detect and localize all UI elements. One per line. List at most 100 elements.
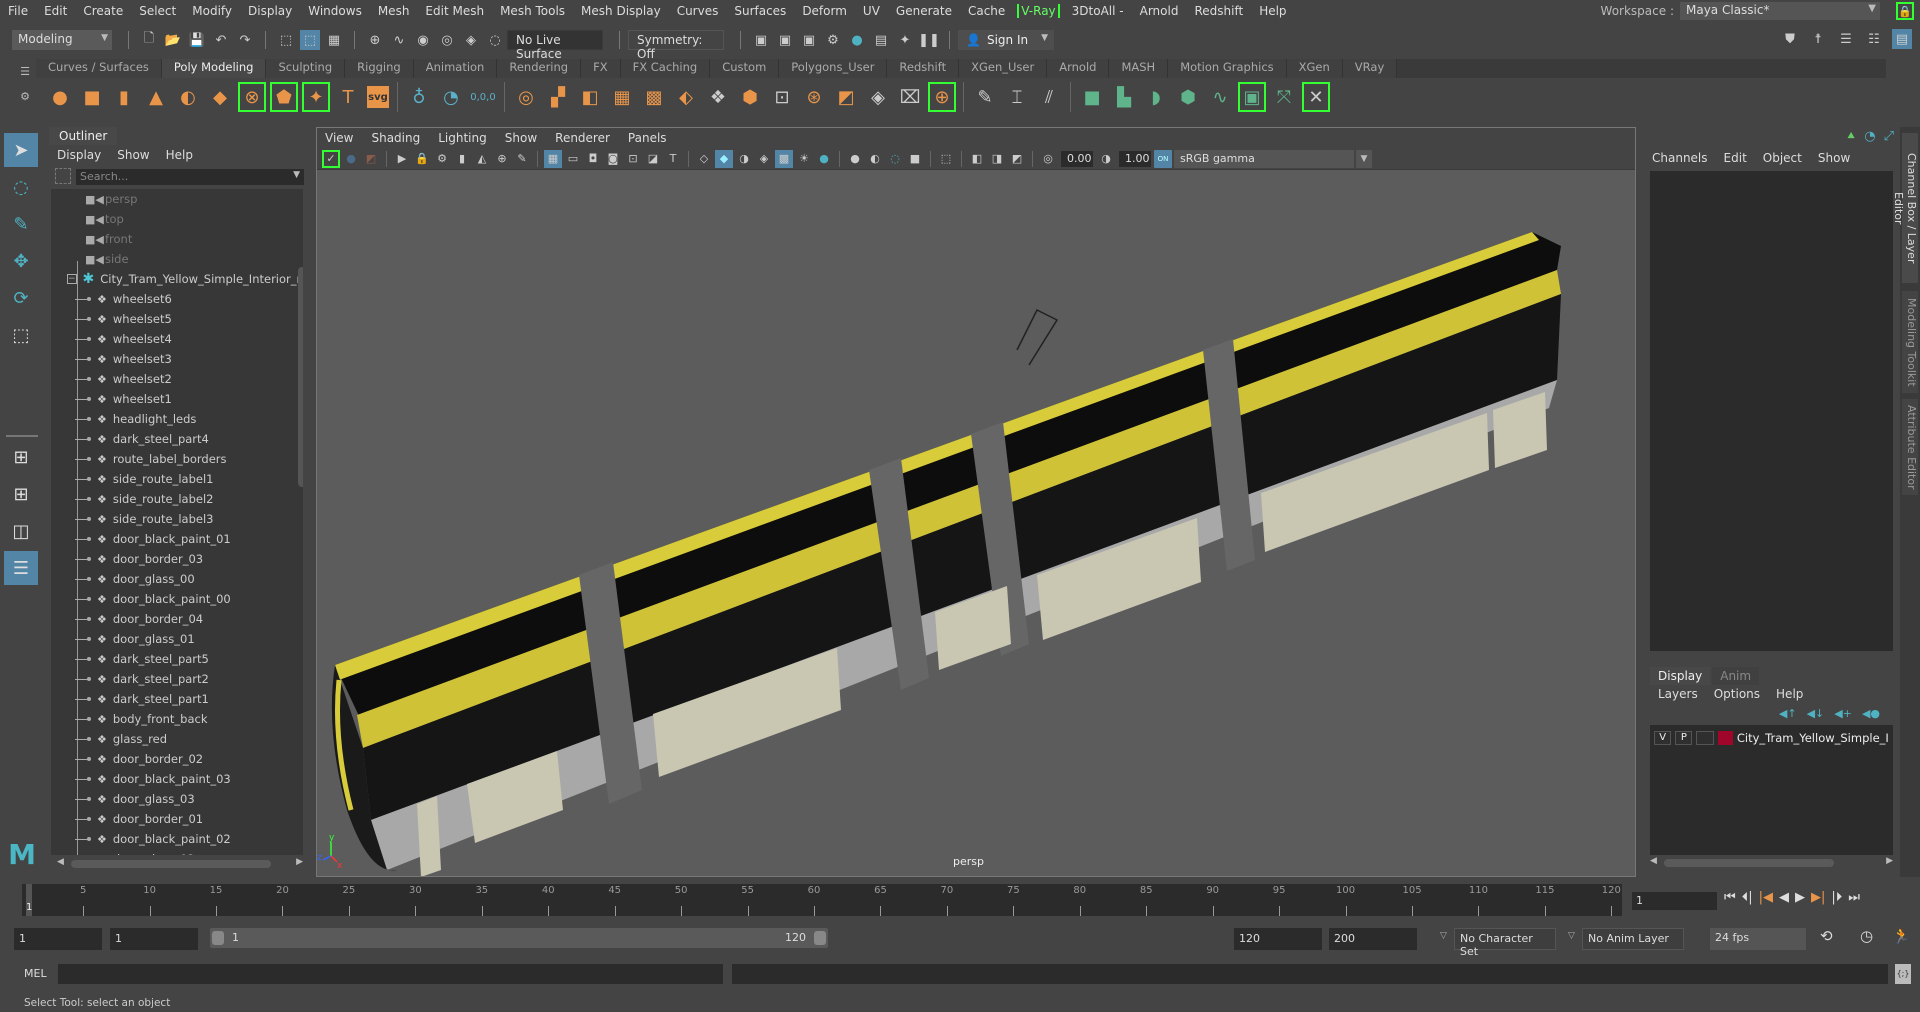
poly-sphere-icon[interactable]: ● [47, 83, 73, 111]
grease-pencil-icon[interactable]: ✎ [513, 150, 531, 168]
menu-edit[interactable]: Edit [36, 4, 75, 18]
motion-blur-icon[interactable]: ◐ [866, 150, 884, 168]
outliner-item[interactable]: ❖ door_glass_03 [51, 789, 303, 809]
shelf-tab-fx-caching[interactable]: FX Caching [620, 59, 711, 78]
viewport-menu-lighting[interactable]: Lighting [438, 131, 487, 145]
go-to-end-icon[interactable]: ⏭ [1848, 890, 1860, 905]
2d-pan-zoom-icon[interactable]: ⊕ [493, 150, 511, 168]
default-material-icon[interactable]: ◑ [735, 150, 753, 168]
playback-end-field[interactable]: 120 [1234, 928, 1322, 950]
menu-mesh[interactable]: Mesh [370, 4, 418, 18]
rotate-tool-icon[interactable]: ⟳ [4, 281, 38, 315]
outliner-item[interactable]: ❖ body_front_back [51, 709, 303, 729]
outliner-tab[interactable]: Outliner [49, 127, 118, 145]
depth-of-field-icon[interactable]: ■ [906, 150, 924, 168]
current-frame-marker[interactable]: 1 [26, 884, 32, 916]
save-scene-icon[interactable]: 💾 [187, 30, 207, 50]
shelf-tab-polygons-user[interactable]: Polygons_User [779, 59, 888, 78]
options-menu[interactable]: Options [1714, 687, 1760, 701]
vray-icon[interactable]: ✓ [322, 149, 340, 168]
outliner-item[interactable]: ❖ wheelset2 [51, 369, 303, 389]
vray-render-icon[interactable]: ✦ [895, 30, 915, 50]
menu-uv[interactable]: UV [855, 4, 888, 18]
move-layer-up-icon[interactable]: ◀↑ [1779, 707, 1797, 720]
current-frame-field[interactable]: 1 [1632, 892, 1717, 910]
menu-mesh-display[interactable]: Mesh Display [573, 4, 669, 18]
menu-select[interactable]: Select [131, 4, 184, 18]
automatic-map-icon[interactable]: ⬢ [1175, 83, 1201, 111]
menu-arnold[interactable]: Arnold [1132, 4, 1187, 18]
manipulator-icon[interactable]: ⯅ [1846, 129, 1856, 144]
gamma-icon[interactable]: ◑ [1097, 150, 1115, 168]
layer-name[interactable]: City_Tram_Yellow_Simple_Interior [1737, 731, 1889, 745]
hypershade-icon[interactable]: ● [847, 30, 867, 50]
outliner-item[interactable]: ❖ door_border_01 [51, 809, 303, 829]
bookmark-icon[interactable]: ▮ [453, 150, 471, 168]
layer-visibility-toggle[interactable]: V [1654, 731, 1672, 745]
insert-edge-loop-icon[interactable]: ⌶ [1004, 83, 1030, 111]
go-to-start-icon[interactable]: ⏮ [1724, 890, 1736, 905]
paint-select-tool-icon[interactable]: ✎ [4, 207, 38, 241]
redo-icon[interactable]: ↷ [235, 30, 255, 50]
unfold-icon[interactable]: ∿ [1207, 83, 1233, 111]
play-backwards-icon[interactable]: ◀ [1779, 890, 1789, 905]
exposure-field[interactable]: 0.00 [1061, 150, 1093, 167]
outliner-item[interactable]: ❖ headlight_leds [51, 409, 303, 429]
shelf-tab-animation[interactable]: Animation [413, 59, 498, 78]
menu-surfaces[interactable]: Surfaces [726, 4, 794, 18]
range-start-handle[interactable] [212, 931, 224, 945]
object-menu[interactable]: Object [1763, 151, 1802, 165]
isolate-select-icon[interactable]: ⬚ [937, 150, 955, 168]
snap-view-plane-icon[interactable]: ◈ [461, 30, 481, 50]
scroll-thumb[interactable] [1664, 859, 1834, 867]
anim-layer-arrow-icon[interactable]: ▽ [1568, 931, 1575, 941]
camera-icon[interactable]: ▶ [393, 150, 411, 168]
outliner-root-group[interactable]: − ✱ City_Tram_Yellow_Simple_Interior_ncl1 [51, 269, 303, 289]
outliner-camera-side[interactable]: ■◀ side [51, 249, 303, 269]
snap-grid-icon[interactable]: ⊕ [365, 30, 385, 50]
pause-render-icon[interactable]: ❚❚ [918, 30, 940, 50]
wireframe-on-shaded-icon[interactable]: ◈ [755, 150, 773, 168]
use-all-lights-icon[interactable]: ☀ [795, 150, 813, 168]
live-surface-field[interactable]: No Live Surface [507, 30, 603, 61]
shelf-tab-custom[interactable]: Custom [710, 59, 780, 78]
help-menu[interactable]: Help [1776, 687, 1803, 701]
menu-help[interactable]: Help [1251, 4, 1294, 18]
shelf-tab-poly-modeling[interactable]: Poly Modeling [161, 59, 267, 78]
poly-cylinder-icon[interactable]: ▮ [111, 83, 137, 111]
channel-box-area[interactable] [1650, 171, 1893, 651]
shelf-tab-arnold[interactable]: Arnold [1047, 59, 1110, 78]
poly-cube-icon[interactable]: ■ [79, 83, 105, 111]
outliner-item[interactable]: ❖ door_glass_01 [51, 629, 303, 649]
bevel-icon[interactable]: ⊛ [801, 83, 827, 111]
safe-action-icon[interactable]: ◪ [644, 150, 662, 168]
ipr-render-icon[interactable]: ▣ [799, 30, 819, 50]
channel-box-icon[interactable]: ▤ [1892, 29, 1912, 49]
anim-prefs-icon[interactable]: 🏃 [1892, 927, 1911, 945]
outliner-vertical-scrollbar[interactable] [298, 267, 303, 487]
menu-display[interactable]: Display [240, 4, 300, 18]
menu-redshift[interactable]: Redshift [1186, 4, 1251, 18]
single-view-layout-icon[interactable]: ⊞ [4, 440, 38, 474]
animation-end-field[interactable]: 200 [1329, 928, 1417, 950]
auto-key-icon[interactable]: ◷ [1860, 927, 1873, 945]
menu-windows[interactable]: Windows [300, 4, 370, 18]
outliner-camera-persp[interactable]: ■◀ persp [51, 189, 303, 209]
step-back-key-icon[interactable]: |◀ [1759, 890, 1773, 905]
render-frame-icon[interactable]: ▣ [775, 30, 795, 50]
append-icon[interactable]: ◩ [833, 83, 859, 111]
shelf-tab-xgen-user[interactable]: XGen_User [959, 59, 1048, 78]
menu-deform[interactable]: Deform [794, 4, 855, 18]
outliner-item[interactable]: ❖ door_black_paint_02 [51, 829, 303, 849]
fill-hole-icon[interactable]: ⬢ [737, 83, 763, 111]
viewport-menu-renderer[interactable]: Renderer [555, 131, 610, 145]
snap-point-icon[interactable]: ◉ [413, 30, 433, 50]
svg-icon[interactable]: svg [367, 86, 389, 108]
image-plane-icon[interactable]: ◭ [473, 150, 491, 168]
clock-icon[interactable]: ◔ [438, 83, 464, 111]
outliner-item[interactable]: ❖ dark_steel_part5 [51, 649, 303, 669]
menu-3dtoall[interactable]: 3DtoAll - [1064, 4, 1132, 18]
outliner-menu-display[interactable]: Display [57, 148, 101, 162]
xray-joints-icon[interactable]: ◨ [988, 150, 1006, 168]
poly-torus-icon[interactable]: ◐ [175, 83, 201, 111]
